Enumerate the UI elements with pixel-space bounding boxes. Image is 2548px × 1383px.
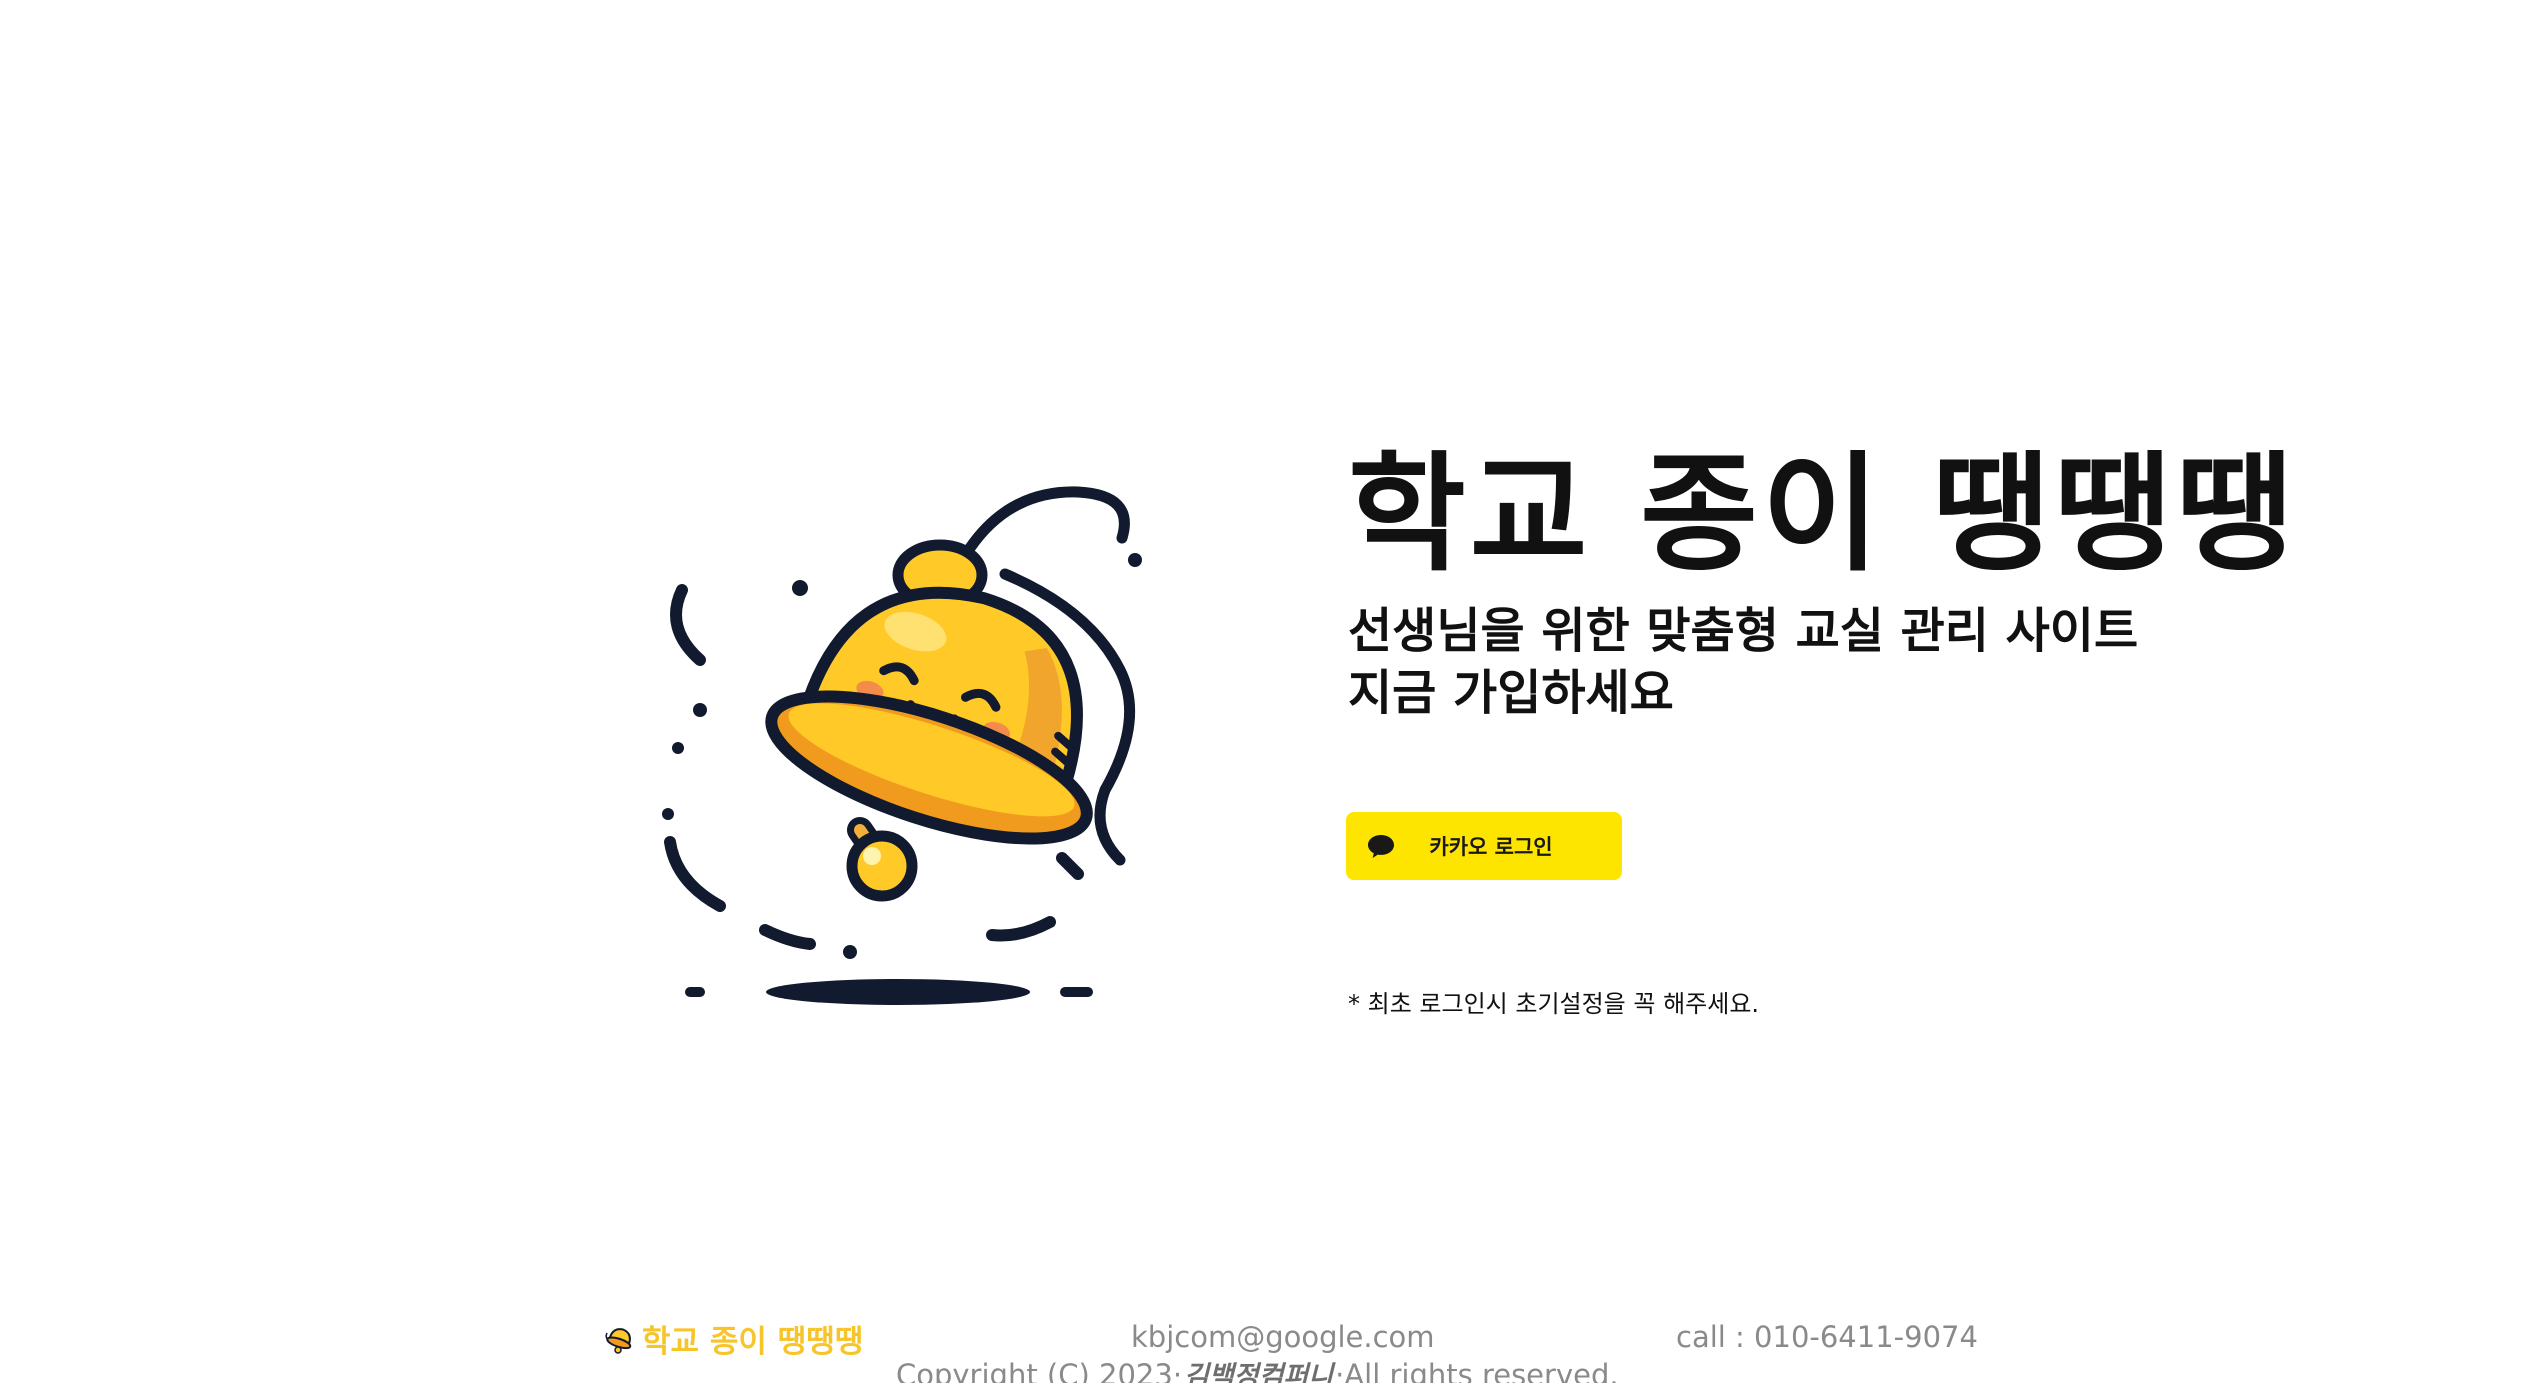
footer-email: kbjcom@google.com (1131, 1320, 1435, 1354)
smiling-bell-icon (662, 486, 1142, 1005)
hero-text: 학교 종이 땡땡땡 선생님을 위한 맞춤형 교실 관리 사이트 지금 가입하세요 (1348, 430, 2348, 724)
kakao-login-button[interactable]: 카카오 로그인 (1346, 812, 1622, 880)
page-title: 학교 종이 땡땡땡 (1348, 440, 2298, 589)
footer-logo-text: 학교 종이 땡땡땡 (642, 1324, 864, 1360)
subtitle-line-2: 지금 가입하세요 (1348, 665, 1674, 721)
footer-phone: call : 010-6411-9074 (1676, 1320, 1978, 1354)
footer-logo[interactable]: 학교 종이 땡땡땡 (604, 1316, 863, 1361)
company-name: 김백정컴퍼니 (1184, 1361, 1334, 1383)
login-page: 학교 종이 땡땡땡 선생님을 위한 맞춤형 교실 관리 사이트 지금 가입하세요… (0, 0, 2548, 1383)
copyright-prefix: Copyright (C) 2023· (896, 1358, 1183, 1383)
footer-copyright: Copyright (C) 2023· 김백정컴퍼니 ·All rights r… (896, 1354, 1619, 1383)
subtitle-line-1: 선생님을 위한 맞춤형 교실 관리 사이트 (1348, 603, 2139, 659)
bell-logo-icon (605, 1327, 632, 1354)
copyright-suffix: ·All rights reserved. (1335, 1358, 1619, 1383)
kakao-login-label: 카카오 로그인 (1429, 835, 1553, 859)
speech-bubble-icon (1368, 835, 1394, 858)
setup-notice: * 최초 로그인시 초기설정을 꼭 해주세요. (1348, 990, 1760, 1018)
bell-illustration (650, 470, 1170, 1015)
